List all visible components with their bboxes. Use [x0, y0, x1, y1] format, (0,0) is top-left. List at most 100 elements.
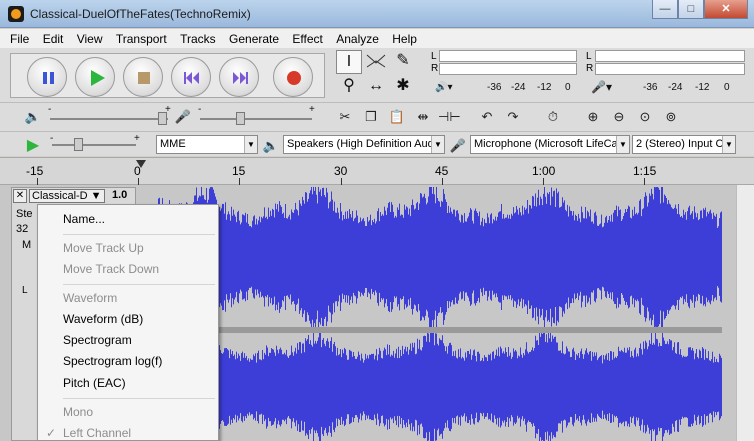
trim-button[interactable]: ⇹	[412, 106, 434, 128]
menu-transport[interactable]: Transport	[111, 29, 172, 46]
timeline-label: 1:00	[532, 164, 556, 178]
timeline-label: -15	[26, 164, 44, 178]
meter-tick: -12	[537, 82, 552, 93]
menu-item-spectrogram[interactable]: Spectrogram	[63, 333, 132, 347]
timeline-tick	[37, 178, 38, 185]
play-speed-slider[interactable]	[52, 144, 136, 146]
close-window-button[interactable]: ✕	[704, 0, 748, 19]
input-channels-select[interactable]: 2 (Stereo) Input C ▼	[632, 135, 736, 154]
audio-host-select[interactable]: MME ▼	[156, 135, 258, 154]
menu-item-waveform[interactable]: Waveform	[63, 291, 117, 305]
input-volume-slider[interactable]	[200, 118, 312, 120]
menu-generate[interactable]: Generate	[224, 29, 284, 46]
envelope-tool[interactable]	[363, 50, 389, 74]
microphone-meter-icon[interactable]: 🎤▾	[591, 80, 612, 94]
play-at-speed-button[interactable]: ▶	[22, 135, 44, 157]
vertical-scrollbar[interactable]	[736, 185, 754, 441]
minimize-button[interactable]: —	[652, 0, 678, 19]
timeline-label: 1:15	[633, 164, 657, 178]
multi-tool[interactable]: ✱	[390, 75, 416, 99]
input-device-value: Microphone (Microsoft LifeCam	[474, 138, 627, 150]
skip-to-end-button[interactable]	[219, 57, 259, 97]
output-device-value: Speakers (High Definition Audi	[287, 138, 437, 150]
paste-button[interactable]: 📋	[386, 106, 408, 128]
menu-help[interactable]: Help	[387, 29, 422, 46]
stop-button[interactable]	[123, 57, 163, 97]
menu-bar: File Edit View Transport Tracks Generate…	[0, 29, 754, 48]
time-shift-tool[interactable]: ↔	[363, 75, 389, 99]
record-meter-right[interactable]	[595, 63, 745, 75]
menu-item-left-channel[interactable]: Left Channel	[63, 426, 131, 440]
menu-item-mono[interactable]: Mono	[63, 405, 93, 419]
track-scale-value: 1.0	[112, 189, 128, 201]
output-volume-slider[interactable]	[50, 118, 168, 120]
playback-meter-right[interactable]	[439, 63, 577, 75]
fit-selection-button[interactable]: ⊙	[634, 106, 656, 128]
input-device-select[interactable]: Microphone (Microsoft LifeCam ▼	[470, 135, 630, 154]
fit-project-button[interactable]: ⊚	[660, 106, 682, 128]
menu-item-pitch-eac[interactable]: Pitch (EAC)	[63, 376, 126, 390]
cut-button[interactable]: ✂	[334, 106, 356, 128]
copy-button[interactable]: ❐	[360, 106, 382, 128]
track-name-menu[interactable]: Classical-D ▼	[29, 189, 105, 203]
input-channels-value: 2 (Stereo) Input C	[636, 138, 724, 150]
play-speed-thumb[interactable]	[74, 138, 83, 151]
menu-analyze[interactable]: Analyze	[331, 29, 384, 46]
draw-tool[interactable]: ✎	[390, 50, 416, 74]
selection-tool[interactable]: I	[336, 50, 362, 74]
input-volume-icon: 🎤	[174, 109, 192, 124]
audio-host-value: MME	[160, 138, 186, 150]
record-meter-left-label: L	[586, 51, 592, 62]
menu-item-name[interactable]: Name...	[63, 212, 105, 226]
slider-max-mark: +	[134, 133, 140, 144]
menu-file[interactable]: File	[0, 29, 34, 46]
menu-effect[interactable]: Effect	[287, 29, 327, 46]
undo-button[interactable]: ↶	[476, 106, 498, 128]
zoom-in-button[interactable]: ⊕	[582, 106, 604, 128]
checkmark-icon: ✓	[45, 426, 57, 440]
output-volume-icon: 🔈	[24, 109, 42, 124]
play-button[interactable]	[75, 57, 115, 97]
chevron-down-icon: ▼	[722, 136, 735, 153]
chevron-down-icon: ▼	[244, 136, 257, 153]
chevron-down-icon: ▼	[431, 136, 444, 153]
sync-lock-button[interactable]: ⏱	[542, 106, 564, 128]
envelope-icon	[366, 54, 386, 68]
meter-tick: -24	[668, 82, 683, 93]
menu-item-spectrogram-log[interactable]: Spectrogram log(f)	[63, 354, 162, 368]
input-volume-thumb[interactable]	[236, 112, 245, 125]
microphone-device-icon: 🎤	[449, 138, 467, 153]
menu-item-move-track-up[interactable]: Move Track Up	[63, 241, 144, 255]
audacity-app-icon	[8, 6, 24, 22]
playhead-marker[interactable]	[136, 160, 146, 168]
zoom-tool[interactable]: ⚲	[336, 75, 362, 99]
track-mute-button[interactable]: M	[22, 239, 31, 251]
playback-meter-left-label: L	[431, 51, 437, 62]
zoom-out-button[interactable]: ⊖	[608, 106, 630, 128]
record-meter-left[interactable]	[595, 50, 745, 62]
skip-to-start-button[interactable]	[171, 57, 211, 97]
menu-edit[interactable]: Edit	[38, 29, 69, 46]
timeline-tick	[543, 178, 544, 185]
playback-meter-left[interactable]	[439, 50, 577, 62]
maximize-button[interactable]: □	[678, 0, 704, 19]
speaker-icon[interactable]: 🔊▾	[435, 82, 452, 93]
redo-button[interactable]: ↷	[502, 106, 524, 128]
menu-item-waveform-db[interactable]: Waveform (dB)	[63, 312, 143, 326]
output-device-select[interactable]: Speakers (High Definition Audi ▼	[283, 135, 445, 154]
menu-tracks[interactable]: Tracks	[175, 29, 221, 46]
track-close-button[interactable]: ✕	[13, 189, 27, 203]
menu-view[interactable]: View	[72, 29, 108, 46]
timeline-tick	[239, 178, 240, 185]
silence-button[interactable]: ⊣⊢	[438, 106, 461, 128]
waveform-display[interactable]	[136, 187, 722, 441]
playback-meter-right-label: R	[431, 63, 439, 74]
pause-button[interactable]	[27, 57, 67, 97]
menu-item-move-track-down[interactable]: Move Track Down	[63, 262, 159, 276]
track-bitdepth-info: 32	[16, 223, 29, 235]
speaker-device-icon: 🔈	[262, 138, 280, 153]
record-button[interactable]	[273, 57, 313, 97]
timeline-ruler[interactable]: -15 0 15 30 45 1:00 1:15	[0, 157, 754, 185]
slider-min-mark: -	[50, 133, 54, 144]
timeline-label: 15	[232, 164, 246, 178]
